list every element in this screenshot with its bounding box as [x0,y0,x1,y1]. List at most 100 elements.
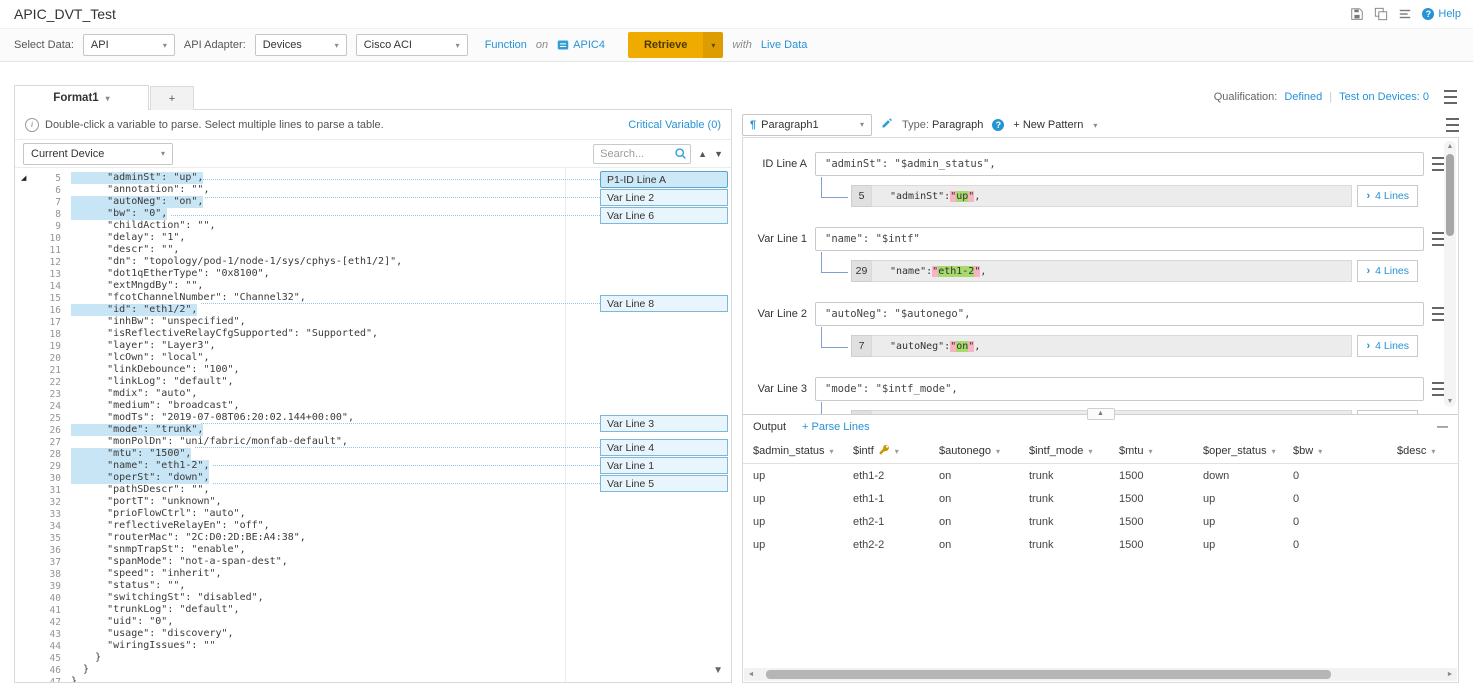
output-minimize-button[interactable]: — [1437,421,1448,433]
code-text[interactable]: "usage": "discovery", [71,628,234,640]
chevron-down-icon[interactable]: ▾ [1088,447,1092,456]
code-text[interactable]: "spanMode": "not-a-span-dest", [71,556,288,568]
column-header[interactable]: $intf_mode▾ [1029,445,1119,457]
retrieve-button[interactable]: Retrieve ▾ [628,32,723,58]
api-adapter-dropdown[interactable]: Devices ▾ [255,34,347,56]
code-line[interactable]: 44 "wiringIssues": "" [15,640,731,652]
code-text[interactable]: "name": "eth1-2", [71,460,209,472]
code-text[interactable]: "childAction": "", [71,220,216,232]
test-on-devices-link[interactable]: Test on Devices: 0 [1339,91,1429,103]
help-button[interactable]: ? Help [1422,8,1461,20]
code-text[interactable]: "bw": "0", [71,208,167,220]
parse-lines-link[interactable]: + Parse Lines [802,421,870,433]
code-line[interactable]: 47}, [15,676,731,682]
code-line[interactable]: 38 "speed": "inherit", [15,568,731,580]
var-line-label[interactable]: Var Line 6 [600,207,728,224]
device-link[interactable]: APIC4 [557,39,605,51]
code-text[interactable]: }, [71,676,83,682]
code-line[interactable]: 34 "reflectiveRelayEn": "off", [15,520,731,532]
code-text[interactable]: "dn": "topology/pod-1/node-1/sys/cphys-[… [71,256,402,268]
pattern-input[interactable]: "adminSt": "$admin_status", [815,152,1424,176]
scroll-up-icon[interactable]: ▲ [1444,141,1456,152]
code-line[interactable]: 39 "status": "", [15,580,731,592]
expand-lines-link[interactable]: ›4 Lines [1357,335,1418,357]
search-prev-button[interactable]: ▲ [698,149,707,159]
chevron-down-icon[interactable]: ▾ [895,447,899,456]
code-text[interactable]: "trunkLog": "default", [71,604,240,616]
code-text[interactable]: "routerMac": "2C:D0:2D:BE:A4:38", [71,532,306,544]
driver-dropdown[interactable]: Cisco ACI ▾ [356,34,468,56]
code-line[interactable]: 45 } [15,652,731,664]
code-line[interactable]: 21 "linkDebounce": "100", [15,364,731,376]
code-line[interactable]: 40 "switchingSt": "disabled", [15,592,731,604]
device-select-dropdown[interactable]: Current Device ▾ [23,143,173,165]
output-horizontal-scrollbar[interactable]: ◄ ► [744,668,1457,681]
code-text[interactable]: "descr": "", [71,244,179,256]
code-line[interactable]: 23 "mdix": "auto", [15,388,731,400]
code-line[interactable]: 14 "extMngdBy": "", [15,280,731,292]
code-text[interactable]: "wiringIssues": "" [71,640,216,652]
scroll-left-icon[interactable]: ◄ [744,671,758,678]
code-text[interactable]: "delay": "1", [71,232,185,244]
code-line[interactable]: 41 "trunkLog": "default", [15,604,731,616]
column-header[interactable]: $intf▾ [853,444,939,458]
retrieve-dropdown-segment[interactable]: ▾ [703,32,723,58]
column-header[interactable]: $desc▾ [1397,445,1457,457]
code-text[interactable]: "id": "eth1/2", [71,304,197,316]
code-line[interactable]: 12 "dn": "topology/pod-1/node-1/sys/cphy… [15,256,731,268]
live-data-link[interactable]: Live Data [761,39,807,51]
page-menu-icon[interactable] [1444,90,1457,104]
chevron-down-icon[interactable]: ▾ [830,447,834,456]
column-header[interactable]: $mtu▾ [1119,445,1203,457]
code-text[interactable]: "mdix": "auto", [71,388,197,400]
save-icon[interactable] [1350,7,1364,21]
edit-pencil-icon[interactable] [881,117,893,132]
code-text[interactable]: } [71,664,89,676]
code-text[interactable]: "autoNeg": "on", [71,196,203,208]
code-scroll-down-icon[interactable]: ▼ [713,665,723,676]
expand-lines-link[interactable]: ›4 Lines [1357,260,1418,282]
code-text[interactable]: "medium": "broadcast", [71,400,240,412]
pattern-input[interactable]: "mode": "$intf_mode", [815,377,1424,401]
code-text[interactable]: "annotation": "", [71,184,209,196]
code-text[interactable]: "mtu": "1500", [71,448,191,460]
output-expand-handle[interactable]: ▲ [1087,408,1115,420]
save-as-icon[interactable] [1374,7,1388,21]
scrollbar-thumb[interactable] [766,670,1331,679]
code-text[interactable]: "prioFlowCtrl": "auto", [71,508,246,520]
code-line[interactable]: 43 "usage": "discovery", [15,628,731,640]
code-text[interactable]: "inhBw": "unspecified", [71,316,246,328]
code-line[interactable]: 42 "uid": "0", [15,616,731,628]
code-text[interactable]: "linkDebounce": "100", [71,364,240,376]
code-line[interactable]: 20 "lcOwn": "local", [15,352,731,364]
code-line[interactable]: 17 "inhBw": "unspecified", [15,316,731,328]
table-row[interactable]: upeth2-1ontrunk1500up0 [743,510,1458,533]
var-line-label[interactable]: Var Line 8 [600,295,728,312]
table-row[interactable]: upeth2-2ontrunk1500up0 [743,533,1458,556]
chevron-down-icon[interactable]: ▾ [1272,447,1276,456]
code-line[interactable]: 33 "prioFlowCtrl": "auto", [15,508,731,520]
code-line[interactable]: 46 } [15,664,731,676]
table-row[interactable]: upeth1-2ontrunk1500down0 [743,464,1458,487]
code-text[interactable]: "linkLog": "default", [71,376,234,388]
qualification-defined-link[interactable]: Defined [1284,91,1322,103]
expand-lines-link[interactable]: ›4 Lines [1357,185,1418,207]
type-help-icon[interactable]: ? [992,119,1004,131]
code-text[interactable]: "status": "", [71,580,185,592]
column-header[interactable]: $bw▾ [1293,445,1397,457]
code-line[interactable]: 10 "delay": "1", [15,232,731,244]
code-line[interactable]: 32 "portT": "unknown", [15,496,731,508]
var-line-label[interactable]: Var Line 5 [600,475,728,492]
var-line-label[interactable]: Var Line 1 [600,457,728,474]
code-line[interactable]: 24 "medium": "broadcast", [15,400,731,412]
match-text[interactable]: "adminSt": "up", [871,185,1352,207]
var-line-label[interactable]: Var Line 4 [600,439,728,456]
code-text[interactable]: "layer": "Layer3", [71,340,216,352]
scrollbar-track[interactable] [758,668,1443,681]
code-text[interactable]: "speed": "inherit", [71,568,222,580]
chevron-down-icon[interactable]: ▾ [1148,447,1152,456]
code-line[interactable]: 11 "descr": "", [15,244,731,256]
tab-format1[interactable]: Format1 ▾ [14,85,149,110]
chevron-down-icon[interactable]: ▾ [1318,447,1322,456]
column-header[interactable]: $oper_status▾ [1203,445,1293,457]
